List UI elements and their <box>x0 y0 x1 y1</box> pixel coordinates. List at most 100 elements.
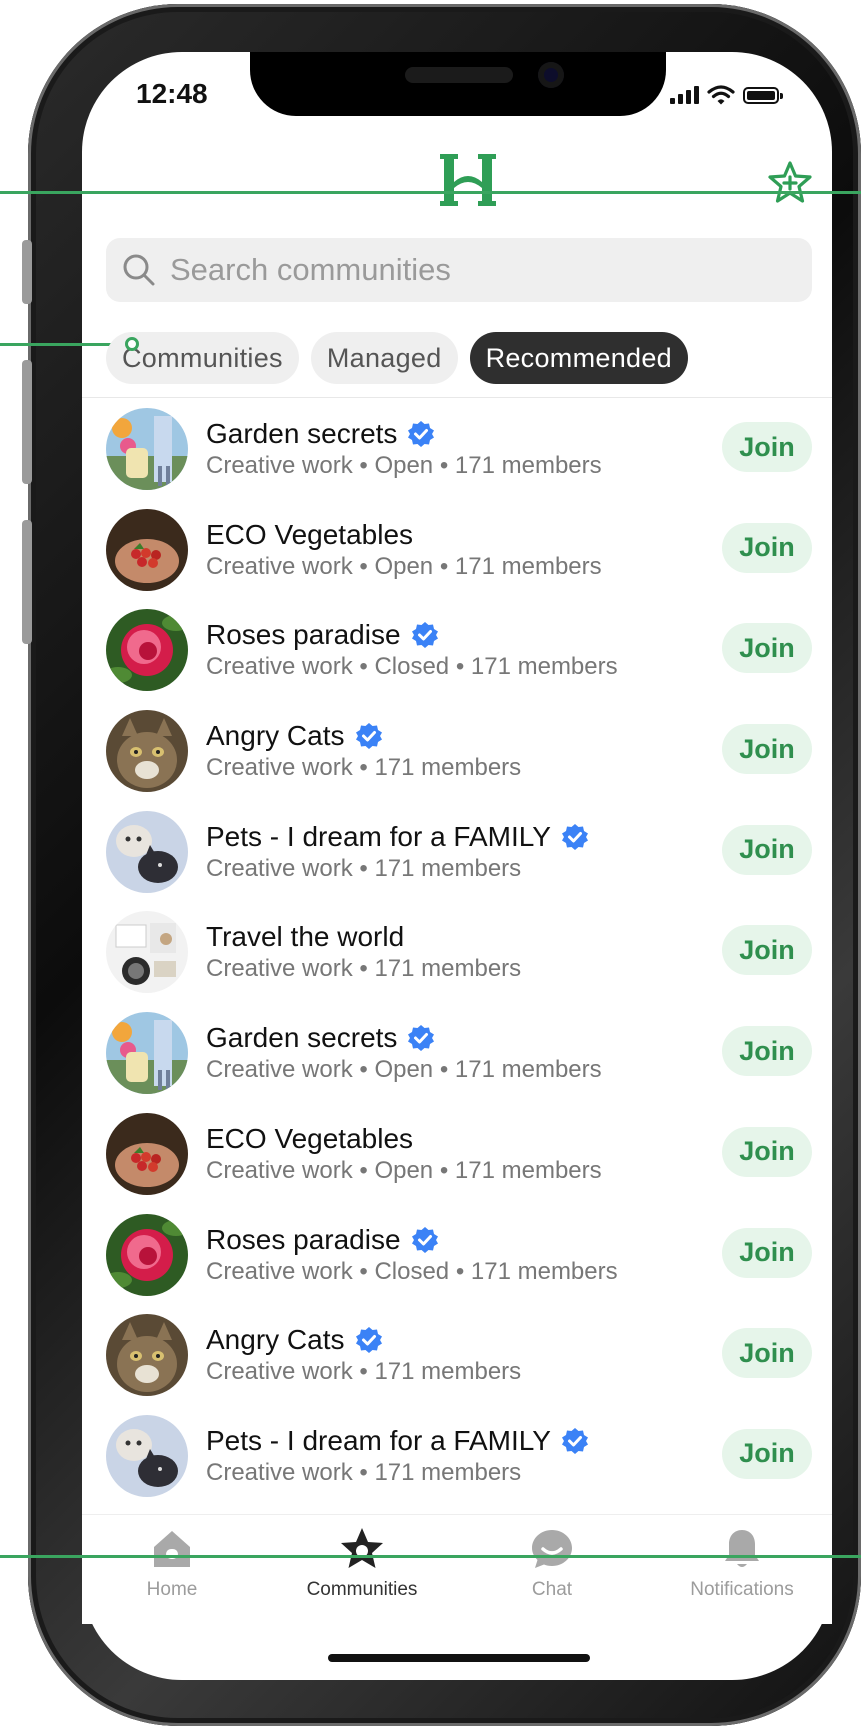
communities-star-icon <box>341 1528 383 1568</box>
community-avatar <box>106 710 188 793</box>
divider <box>82 397 832 398</box>
list-item[interactable]: Garden secrets Creative work • Open • 17… <box>106 1012 812 1113</box>
guide-marker <box>125 337 139 351</box>
community-name: Travel the world <box>206 921 405 953</box>
community-name: Roses paradise <box>206 1223 401 1255</box>
tab-communities[interactable]: Communities <box>272 1525 452 1601</box>
community-avatar <box>106 1414 188 1497</box>
join-button[interactable]: Join <box>722 824 812 875</box>
speaker <box>405 67 513 83</box>
community-avatar <box>106 1112 188 1195</box>
join-button[interactable]: Join <box>722 522 812 573</box>
status-icons <box>670 84 783 106</box>
community-meta: Creative work • 171 members <box>206 754 522 782</box>
join-button[interactable]: Join <box>722 1428 812 1479</box>
join-button[interactable]: Join <box>722 925 812 976</box>
community-name: Roses paradise <box>206 619 401 651</box>
tab-chat[interactable]: Chat <box>462 1525 642 1601</box>
community-avatar <box>106 1314 188 1397</box>
camera <box>538 62 564 88</box>
join-button[interactable]: Join <box>722 623 812 674</box>
community-meta: Creative work • 171 members <box>206 854 522 882</box>
community-avatar <box>106 508 188 591</box>
community-name: Angry Cats <box>206 720 345 752</box>
volume-up-button <box>22 360 32 484</box>
verified-badge-icon <box>561 823 588 850</box>
battery-icon <box>743 86 783 104</box>
community-meta: Creative work • Closed • 171 members <box>206 1257 618 1285</box>
list-item[interactable]: Pets - I dream for a FAMILY Creative wor… <box>106 1414 812 1516</box>
chat-icon <box>532 1530 572 1568</box>
community-name: ECO Vegetables <box>206 518 414 550</box>
join-button[interactable]: Join <box>722 422 812 472</box>
mute-switch <box>22 240 32 304</box>
list-item[interactable]: ECO Vegetables Creative work • Open • 17… <box>106 508 812 610</box>
list-item[interactable]: Angry Cats Creative work • 171 members J… <box>106 1314 812 1415</box>
tab-label: Home <box>146 1579 198 1600</box>
status-time: 12:48 <box>136 78 208 109</box>
home-icon <box>154 1531 190 1567</box>
signal-icon <box>670 86 699 104</box>
community-name: Garden secrets <box>206 1022 398 1054</box>
join-button[interactable]: Join <box>722 1227 812 1278</box>
notch <box>250 52 666 116</box>
verified-badge-icon <box>408 1025 435 1052</box>
community-name: Pets - I dream for a FAMILY <box>206 820 551 852</box>
tab-label: Communities <box>306 1579 418 1600</box>
search-bar[interactable] <box>106 238 812 302</box>
bottom-tab-bar: Home Communities Chat Notifications <box>82 1514 832 1624</box>
wifi-icon <box>707 85 735 105</box>
community-meta: Creative work • Open • 171 members <box>206 1056 602 1084</box>
community-avatar <box>106 609 188 692</box>
verified-badge-icon <box>411 1226 438 1253</box>
community-avatar <box>106 911 188 994</box>
community-avatar <box>106 1012 188 1095</box>
verified-badge-icon <box>408 421 435 447</box>
community-avatar <box>106 810 188 893</box>
list-item[interactable]: Pets - I dream for a FAMILY Creative wor… <box>106 810 812 912</box>
join-button[interactable]: Join <box>722 1328 812 1379</box>
community-meta: Creative work • 171 members <box>206 955 522 983</box>
volume-down-button <box>22 520 32 644</box>
community-name: Garden secrets <box>206 418 398 449</box>
guide-line-tabbar <box>0 1555 861 1558</box>
tab-notifications[interactable]: Notifications <box>652 1525 832 1601</box>
home-indicator <box>328 1654 590 1662</box>
join-button[interactable]: Join <box>722 1126 812 1177</box>
guide-line-header <box>0 191 861 194</box>
star-add-icon[interactable] <box>766 160 814 206</box>
verified-badge-icon <box>561 1427 588 1454</box>
verified-badge-icon <box>355 1327 382 1354</box>
join-button[interactable]: Join <box>722 724 812 775</box>
chip-recommended[interactable]: Recommended <box>469 332 688 384</box>
tab-home[interactable]: Home <box>82 1525 262 1601</box>
list-item[interactable]: Travel the world Creative work • 171 mem… <box>106 911 812 1012</box>
search-input[interactable] <box>170 252 790 288</box>
tab-label: Notifications <box>690 1579 794 1600</box>
community-meta: Creative work • 171 members <box>206 1458 522 1486</box>
community-name: Angry Cats <box>206 1324 345 1356</box>
community-meta: Creative work • Open • 171 members <box>206 552 602 580</box>
community-avatar <box>106 1213 188 1296</box>
community-name: ECO Vegetables <box>206 1122 414 1154</box>
community-meta: Creative work • Closed • 171 members <box>206 653 618 681</box>
brand-logo <box>440 154 496 206</box>
list-item[interactable]: Roses paradise Creative work • Closed • … <box>106 1213 812 1315</box>
community-meta: Creative work • Open • 171 members <box>206 452 602 479</box>
list-item[interactable]: ECO Vegetables Creative work • Open • 17… <box>106 1112 812 1214</box>
filter-chips: Communities Managed Recommended <box>106 332 688 384</box>
search-icon <box>123 254 155 286</box>
verified-badge-icon <box>411 622 438 649</box>
list-item[interactable]: Angry Cats Creative work • 171 members J… <box>106 710 812 811</box>
community-meta: Creative work • Open • 171 members <box>206 1156 602 1184</box>
list-item[interactable]: Roses paradise Creative work • Closed • … <box>106 609 812 710</box>
community-meta: Creative work • 171 members <box>206 1358 522 1386</box>
community-avatar <box>106 408 188 490</box>
bell-icon <box>725 1530 759 1567</box>
chip-managed[interactable]: Managed <box>310 332 458 384</box>
list-item[interactable]: Garden secrets Creative work • Open • 17… <box>106 408 812 509</box>
join-button[interactable]: Join <box>722 1026 812 1077</box>
community-name: Pets - I dream for a FAMILY <box>206 1424 551 1456</box>
community-list: Garden secrets Creative work • Open • 17… <box>106 408 812 1516</box>
tab-label: Chat <box>531 1579 573 1600</box>
